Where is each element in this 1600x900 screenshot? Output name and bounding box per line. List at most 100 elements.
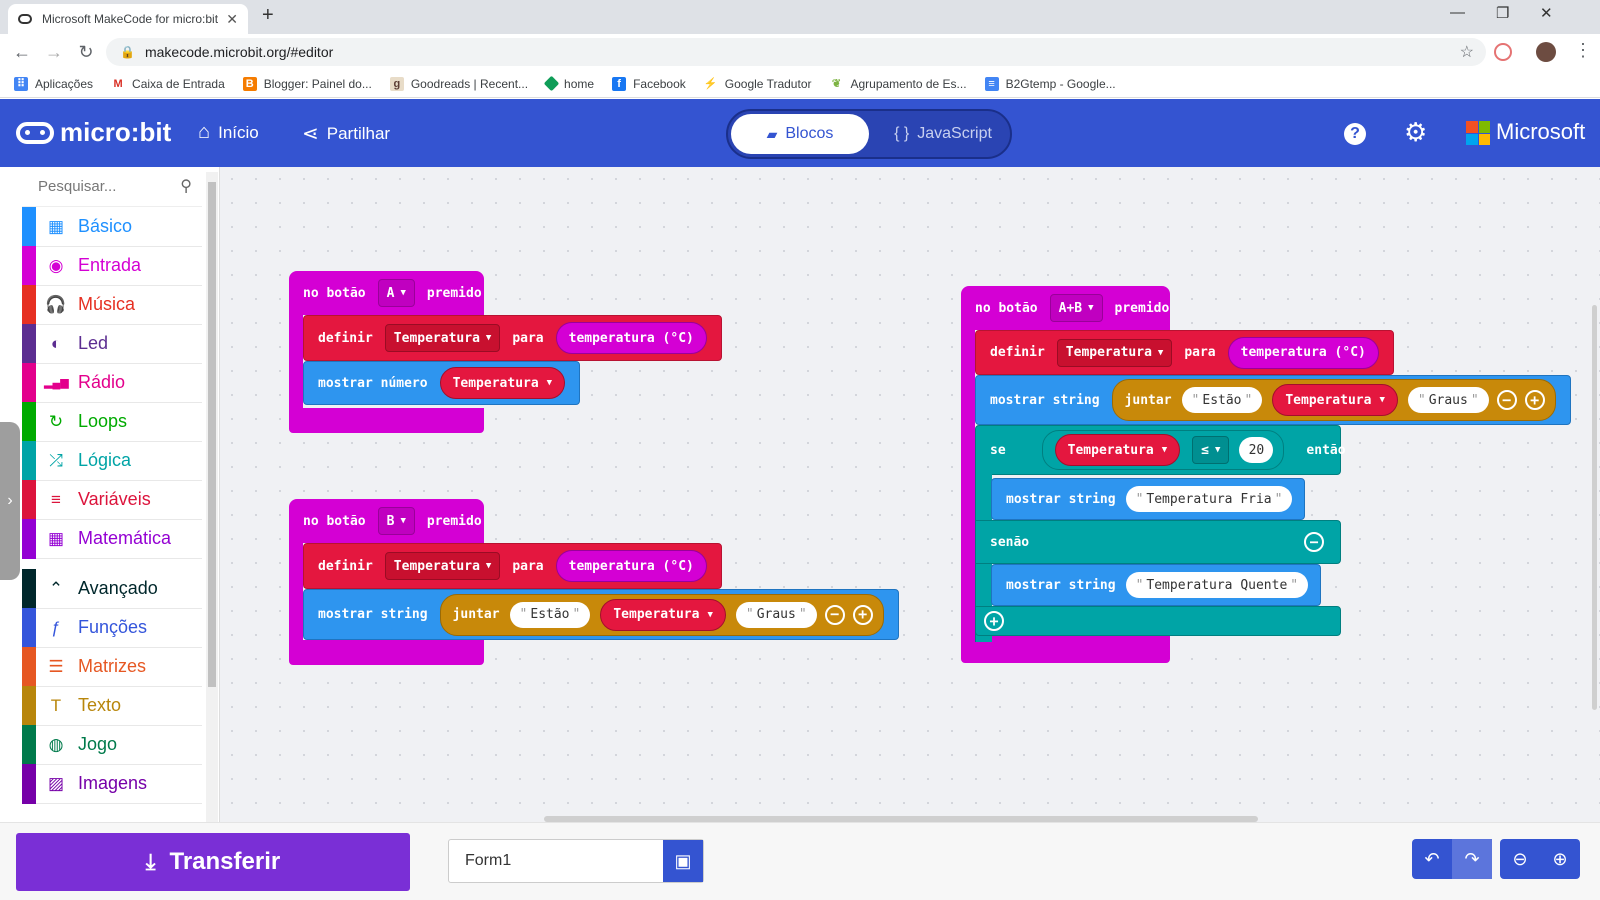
operator-dropdown[interactable]: ≤ ▼ <box>1192 436 1230 464</box>
home-button[interactable]: ⌂ Início <box>198 121 259 144</box>
comparison-block[interactable]: Temperatura ▼ ≤ ▼ 20 <box>1041 430 1285 470</box>
set-variable-block[interactable]: definir Temperatura ▼ para temperatura (°… <box>975 330 1394 375</box>
category-rádio[interactable]: ▂▄▆ Rádio <box>22 363 202 403</box>
share-button[interactable]: ⋖ Partilhar <box>302 121 390 146</box>
button-dropdown[interactable]: A+B ▼ <box>1049 294 1103 322</box>
download-button[interactable]: ⤓ Transferir <box>16 833 410 891</box>
redo-button[interactable]: ↷ <box>1452 839 1492 879</box>
button-dropdown[interactable]: B ▼ <box>377 507 415 535</box>
extension-icon[interactable] <box>1494 43 1512 61</box>
remove-else-icon[interactable]: − <box>1304 532 1324 552</box>
on-button-b-block[interactable]: no botão B ▼ premido <box>289 499 484 543</box>
string-field[interactable]: Temperatura Quente <box>1125 572 1309 598</box>
search-input[interactable]: Pesquisar... ⚲ <box>22 167 202 207</box>
join-block[interactable]: juntar Estão Temperatura ▼ Graus − + <box>1111 379 1556 421</box>
remove-input-icon[interactable]: − <box>1496 390 1517 410</box>
category-jogo[interactable]: ◍ Jogo <box>22 725 202 765</box>
category-avançado[interactable]: ⌃ Avançado <box>22 569 202 609</box>
threshold-number-field[interactable]: 20 <box>1239 437 1274 463</box>
temperature-reporter[interactable]: temperatura (°C) <box>555 550 707 582</box>
save-button[interactable]: ▣ <box>663 840 703 882</box>
bookmark-item[interactable]: ≡ B2Gtemp - Google... <box>984 76 1116 91</box>
variable-reporter[interactable]: Temperatura ▼ <box>600 598 726 631</box>
microbit-logo[interactable]: micro:bit <box>16 117 171 148</box>
string-field[interactable]: Graus <box>1407 387 1489 413</box>
help-icon[interactable]: ? <box>1344 123 1366 145</box>
browser-tab[interactable]: Microsoft MakeCode for micro:bit ✕ <box>8 4 248 34</box>
string-field[interactable]: Estão <box>1181 387 1263 413</box>
toolbox-collapse-button[interactable]: › <box>0 422 20 580</box>
toolbox-scroll-thumb[interactable] <box>208 182 216 687</box>
category-matemática[interactable]: ▦ Matemática <box>22 519 202 559</box>
bookmark-item[interactable]: ❦ Agrupamento de Es... <box>829 77 967 91</box>
project-name-input[interactable] <box>449 840 663 882</box>
bookmark-item[interactable]: ⚡ Google Tradutor <box>704 77 812 91</box>
reload-icon[interactable]: ↻ <box>70 42 102 63</box>
close-tab-icon[interactable]: ✕ <box>226 11 238 28</box>
variable-reporter[interactable]: Temperatura ▼ <box>439 367 566 399</box>
bookmark-item[interactable]: B Blogger: Painel do... <box>242 76 372 91</box>
zoom-in-button[interactable]: ⊕ <box>1540 839 1580 879</box>
variable-dropdown[interactable]: Temperatura ▼ <box>384 552 501 580</box>
category-led[interactable]: ◐ Led <box>22 324 202 364</box>
variable-reporter[interactable]: Temperatura ▼ <box>1054 434 1181 466</box>
show-string-block[interactable]: mostrar string juntar Estão Temperatura ▼… <box>975 375 1571 425</box>
url-field[interactable]: 🔒 makecode.microbit.org/#editor ☆ <box>106 38 1486 66</box>
undo-button[interactable]: ↶ <box>1412 839 1452 879</box>
search-icon[interactable]: ⚲ <box>180 176 192 196</box>
bookmark-star-icon[interactable]: ☆ <box>1460 42 1474 62</box>
variable-dropdown[interactable]: Temperatura ▼ <box>384 324 501 352</box>
forward-icon[interactable]: → <box>38 42 70 63</box>
category-matrizes[interactable]: ☰ Matrizes <box>22 647 202 687</box>
category-variáveis[interactable]: ≡ Variáveis <box>22 480 202 520</box>
variable-reporter[interactable]: Temperatura ▼ <box>1272 384 1398 416</box>
on-button-ab-block[interactable]: no botão A+B ▼ premido <box>961 286 1170 330</box>
on-button-a-block[interactable]: no botão A ▼ premido <box>289 271 484 315</box>
javascript-tab[interactable]: { } JavaScript <box>878 114 1008 154</box>
microsoft-label[interactable]: Microsoft <box>1496 119 1585 145</box>
show-string-block[interactable]: mostrar string Temperatura Fria <box>991 478 1306 520</box>
bookmark-item[interactable]: M Caixa de Entrada <box>111 76 225 91</box>
close-window-icon[interactable]: ✕ <box>1540 4 1553 22</box>
category-entrada[interactable]: ◉ Entrada <box>22 246 202 286</box>
if-else-block[interactable]: se Temperatura ▼ ≤ ▼ 20 então <box>975 425 1346 475</box>
category-imagens[interactable]: ▨ Imagens <box>22 764 202 804</box>
button-dropdown[interactable]: A ▼ <box>377 279 415 307</box>
show-number-block[interactable]: mostrar número Temperatura ▼ <box>303 361 581 405</box>
remove-input-icon[interactable]: − <box>824 604 845 625</box>
profile-avatar[interactable] <box>1536 42 1556 62</box>
category-funções[interactable]: ƒ Funções <box>22 608 202 648</box>
category-loops[interactable]: ↻ Loops <box>22 402 202 442</box>
workspace-vertical-scrollbar[interactable] <box>1592 305 1597 710</box>
browser-menu-icon[interactable]: ⋮ <box>1574 40 1592 61</box>
variable-dropdown[interactable]: Temperatura ▼ <box>1056 338 1173 367</box>
category-lógica[interactable]: ⤮ Lógica <box>22 441 202 481</box>
bookmark-item[interactable]: f Facebook <box>612 76 686 91</box>
string-field[interactable]: Graus <box>735 601 817 628</box>
bookmark-item[interactable]: home <box>543 75 594 92</box>
minimize-icon[interactable]: — <box>1450 4 1465 21</box>
set-variable-block[interactable]: definir Temperatura ▼ para temperatura (°… <box>303 543 722 589</box>
show-string-block[interactable]: mostrar string juntar Estão Temperatura ▼… <box>303 589 899 640</box>
new-tab-icon[interactable]: + <box>262 4 274 27</box>
join-block[interactable]: juntar Estão Temperatura ▼ Graus − + <box>439 593 884 636</box>
show-string-block[interactable]: mostrar string Temperatura Quente <box>991 564 1322 606</box>
blocks-workspace[interactable] <box>220 167 1600 822</box>
back-icon[interactable]: ← <box>6 42 38 63</box>
temperature-reporter[interactable]: temperatura (°C) <box>555 322 707 354</box>
bookmark-item[interactable]: ⠿ Aplicações <box>14 76 93 91</box>
add-else-if-icon[interactable]: + <box>984 611 1004 631</box>
add-input-icon[interactable]: + <box>852 604 873 625</box>
restore-icon[interactable]: ❐ <box>1496 4 1509 22</box>
bookmark-item[interactable]: g Goodreads | Recent... <box>389 76 528 91</box>
blocks-tab[interactable]: ▰ Blocos <box>731 114 869 154</box>
zoom-out-button[interactable]: ⊖ <box>1500 839 1540 879</box>
category-música[interactable]: 🎧 Música <box>22 285 202 325</box>
add-input-icon[interactable]: + <box>1524 390 1545 410</box>
category-texto[interactable]: T Texto <box>22 686 202 726</box>
string-field[interactable]: Estão <box>509 601 591 628</box>
gear-icon[interactable]: ⚙ <box>1404 117 1427 148</box>
category-básico[interactable]: ▦ Básico <box>22 207 202 247</box>
temperature-reporter[interactable]: temperatura (°C) <box>1227 336 1379 369</box>
set-variable-block[interactable]: definir Temperatura ▼ para temperatura (°… <box>303 315 722 361</box>
